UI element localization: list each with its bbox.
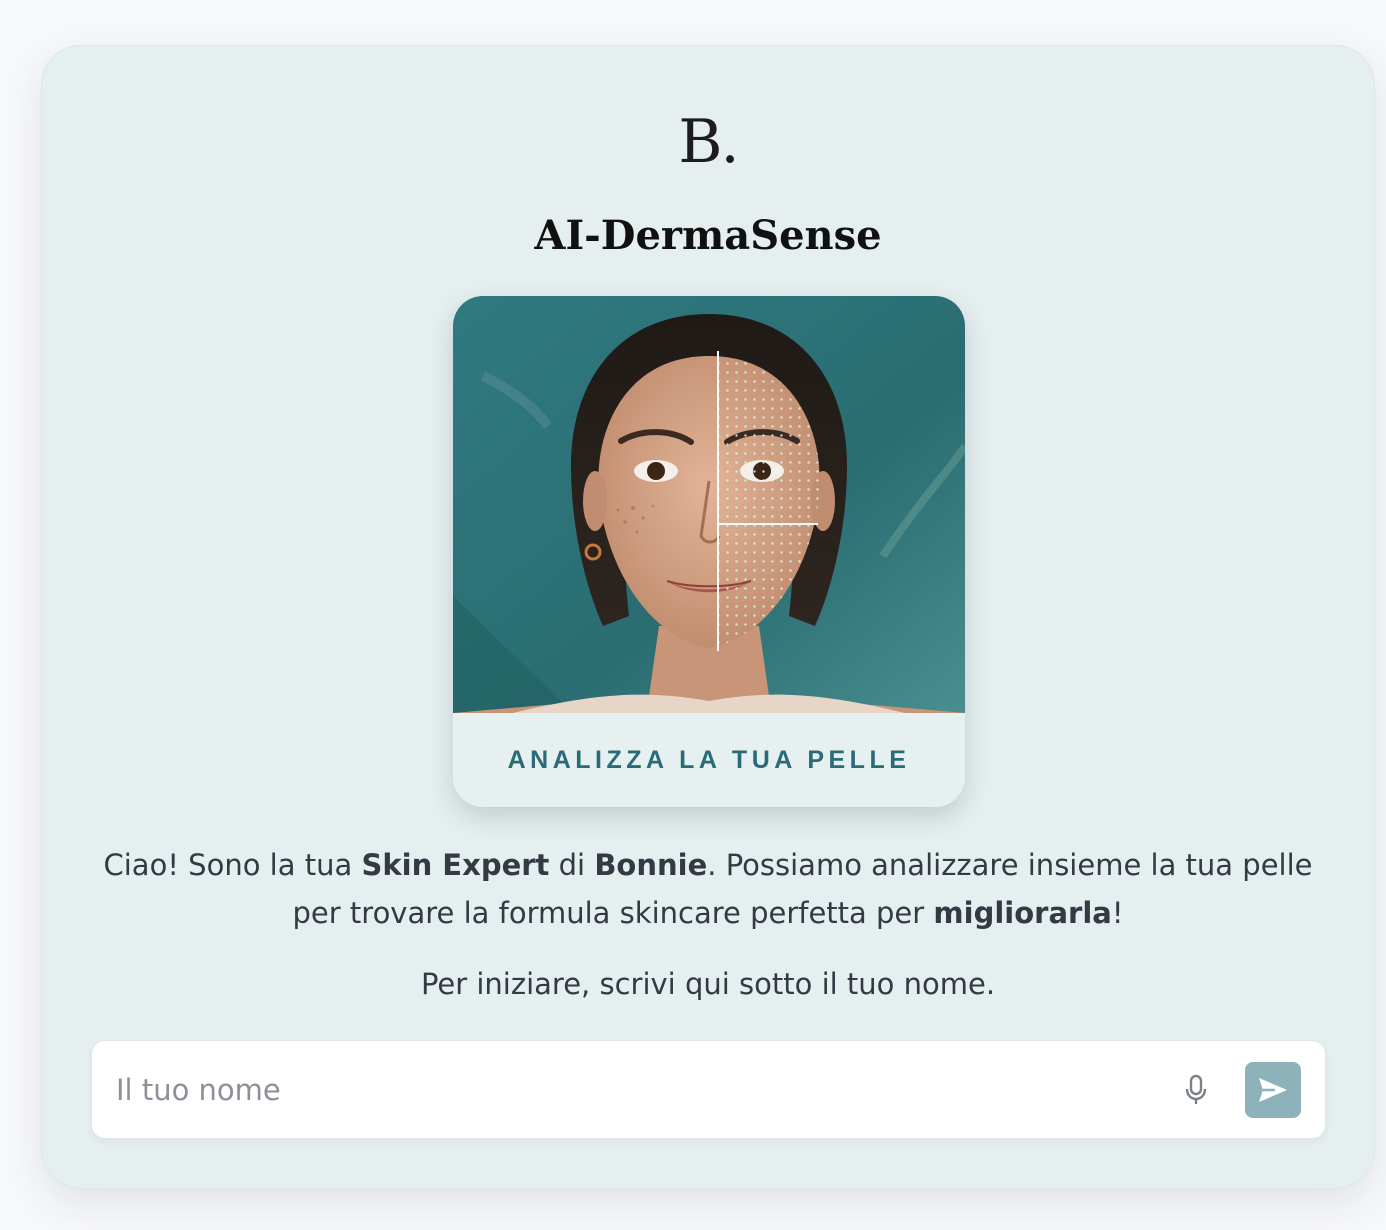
- intro-text-2: di: [549, 848, 595, 882]
- skin-analysis-card[interactable]: ANALIZZA LA TUA PELLE: [453, 296, 965, 807]
- intro-text-1: Ciao! Sono la tua: [103, 848, 362, 882]
- chat-card: B. AI-DermaSense ANALIZZA LA TUA PELLE C…: [41, 45, 1375, 1189]
- microphone-icon[interactable]: [1178, 1072, 1214, 1108]
- intro-skin-expert: Skin Expert: [361, 848, 550, 882]
- brand-logo: B.: [678, 107, 739, 177]
- face-scan-image: [453, 296, 965, 713]
- intro-brand-name: Bonnie: [594, 848, 708, 882]
- intro-message: Ciao! Sono la tua Skin Expert di Bonnie.…: [92, 841, 1324, 937]
- send-button[interactable]: [1245, 1062, 1301, 1118]
- intro-improve: migliorarla: [933, 896, 1112, 930]
- analyze-skin-button[interactable]: ANALIZZA LA TUA PELLE: [453, 713, 965, 807]
- message-input-bar: [91, 1040, 1326, 1139]
- name-input[interactable]: [116, 1041, 1136, 1138]
- intro-text-4: !: [1111, 896, 1124, 930]
- name-prompt: Per iniziare, scrivi qui sotto il tuo no…: [420, 967, 996, 1001]
- send-icon: [1259, 1078, 1287, 1102]
- app-title: AI-DermaSense: [534, 212, 882, 259]
